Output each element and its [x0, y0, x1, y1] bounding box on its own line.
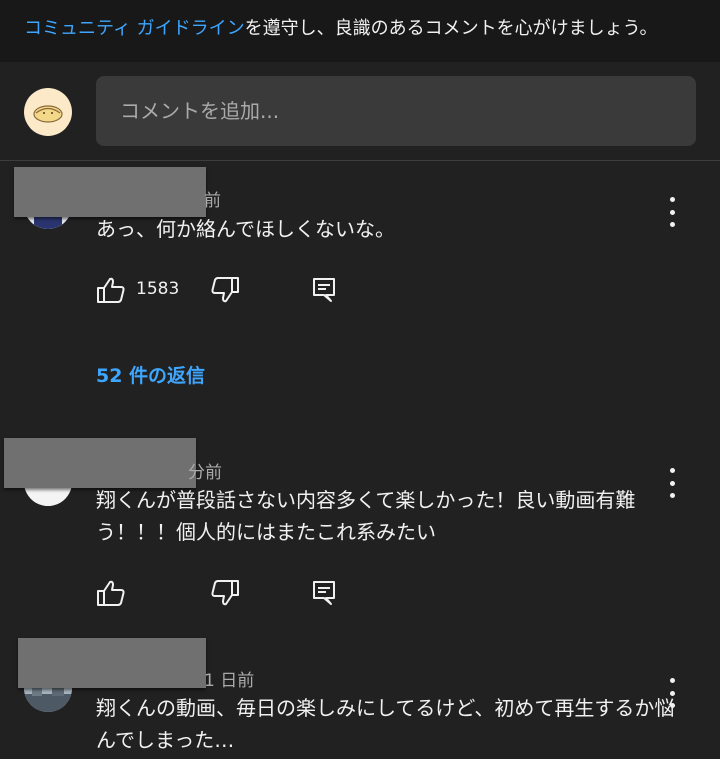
reply-button[interactable] [312, 275, 336, 305]
dislike-button[interactable] [210, 578, 240, 608]
comment-actions: 1583 [96, 275, 356, 305]
like-count: 1583 [136, 279, 180, 299]
guideline-text: コミュニティ ガイドラインを遵守し、良識のあるコメントを心がけましょう。 [24, 14, 658, 40]
reply-icon [313, 278, 335, 302]
community-guidelines-link[interactable]: コミュニティ ガイドライン [24, 18, 245, 39]
user-avatar [24, 88, 72, 136]
thumb-up-icon [97, 580, 125, 606]
add-comment-input[interactable] [96, 76, 696, 146]
reply-button[interactable] [312, 578, 336, 608]
redacted-username [18, 638, 206, 688]
thumb-down-icon [211, 580, 239, 606]
dislike-button[interactable] [210, 275, 240, 305]
comment-actions [96, 578, 356, 608]
redacted-username [4, 438, 196, 488]
comment-text: あっ、何か絡んでほしくないな。 [96, 217, 395, 241]
like-button[interactable] [96, 578, 126, 608]
comment-timestamp: 分前 [188, 463, 222, 483]
comment-text: 翔くんの動画、毎日の楽しみにしてるけど、初めて再生するか悩んでしまった… [96, 696, 675, 752]
like-button[interactable] [96, 275, 126, 305]
comment-text: 翔くんが普段話さない内容多くて楽しかった！良い動画有難う！！！個人的にはまたこれ… [96, 488, 636, 544]
thumb-up-icon [97, 277, 125, 303]
comment-timestamp: 前 [204, 191, 221, 211]
redacted-username [14, 167, 206, 217]
guideline-notice: コミュニティ ガイドラインを遵守し、良識のあるコメントを心がけましょう。 [0, 0, 720, 62]
view-replies-link[interactable]: 52 件の返信 [96, 361, 205, 388]
avatar-illustration-icon [33, 105, 63, 123]
thumb-down-icon [211, 277, 239, 303]
guideline-rest-text: を遵守し、良識のあるコメントを心がけましょう。 [244, 18, 658, 39]
divider [0, 160, 720, 161]
reply-icon [313, 581, 335, 605]
comment-timestamp: 1 日前 [204, 671, 255, 691]
